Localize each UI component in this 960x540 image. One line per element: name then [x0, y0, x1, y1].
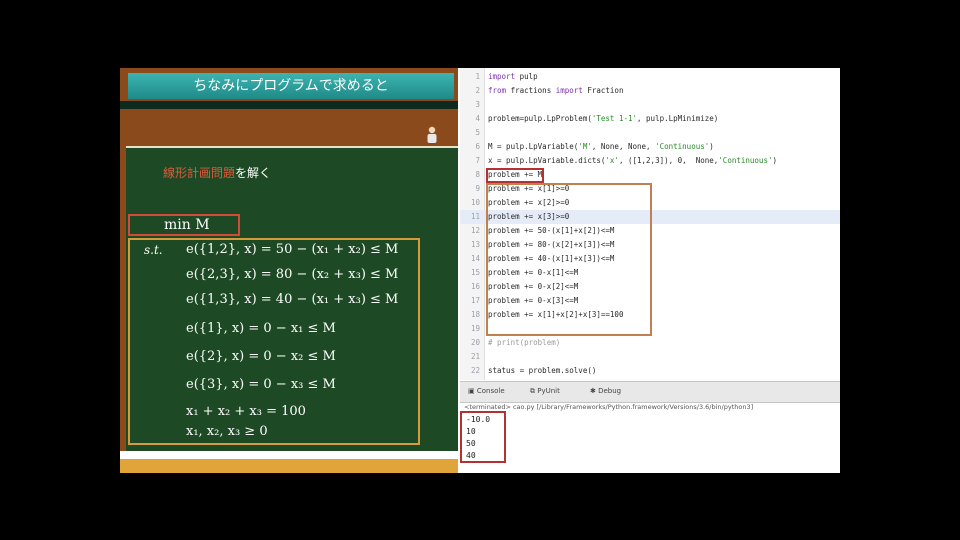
- constraints-code-highlight-box: [486, 183, 652, 336]
- code-line[interactable]: 21: [460, 350, 840, 364]
- objective-code-highlight-box: [486, 168, 544, 183]
- code-line[interactable]: 4 problem=pulp.LpProblem('Test 1-1', pulp…: [460, 112, 840, 126]
- console-tab-bar: ▣ Console ⧉ PyUnit ✱ Debug: [460, 381, 840, 403]
- console-icon: ▣: [468, 387, 475, 395]
- code-editor[interactable]: 1 import pulp 2 from fractions import Frac…: [460, 68, 840, 380]
- video-frame: ちなみにプログラムで求めると 線形計画問題を解く min M s.t. e({1…: [120, 68, 840, 473]
- subtitle-highlight: 線形計画問題: [163, 166, 236, 180]
- code-line[interactable]: 22 status = problem.solve(): [460, 364, 840, 378]
- constraint-8: x₁, x₂, x₃ ≥ 0: [186, 424, 268, 439]
- console-output[interactable]: -10.0 10 50 40: [460, 412, 840, 473]
- code-line[interactable]: 3: [460, 98, 840, 112]
- tab-debug[interactable]: ✱ Debug: [590, 387, 621, 395]
- code-line[interactable]: 1 import pulp: [460, 70, 840, 84]
- debug-icon: ✱: [590, 387, 596, 395]
- objective-function: min M: [164, 217, 210, 233]
- constraint-4: e({1}, x) = 0 − x₁ ≤ M: [186, 321, 336, 336]
- constraint-2: e({2,3}, x) = 80 − (x₂ + x₃) ≤ M: [186, 267, 399, 282]
- constraint-5: e({2}, x) = 0 − x₂ ≤ M: [186, 349, 336, 364]
- constraint-3: e({1,3}, x) = 40 − (x₁ + x₃) ≤ M: [186, 292, 399, 307]
- constraint-1: e({1,2}, x) = 50 − (x₁ + x₂) ≤ M: [186, 242, 399, 257]
- teacher-icon: [427, 126, 437, 143]
- output-highlight-box: [460, 411, 506, 463]
- slide-gap: [120, 451, 458, 459]
- code-line[interactable]: 2 from fractions import Fraction: [460, 84, 840, 98]
- slide-title: ちなみにプログラムで求めると: [128, 73, 454, 99]
- code-line[interactable]: 20 # print(problem): [460, 336, 840, 350]
- code-line[interactable]: 5: [460, 126, 840, 140]
- tab-pyunit[interactable]: ⧉ PyUnit: [530, 387, 560, 396]
- constraint-6: e({3}, x) = 0 − x₃ ≤ M: [186, 377, 336, 392]
- code-line[interactable]: 7x = pulp.LpVariable.dicts('x', ([1,2,3]…: [460, 154, 840, 168]
- code-line[interactable]: 6M = pulp.LpVariable('M', None, None, 'C…: [460, 140, 840, 154]
- slide-footer-band: [120, 459, 458, 473]
- slide-subtitle: 線形計画問題を解く: [163, 164, 271, 181]
- subtitle-rest: を解く: [235, 166, 272, 180]
- ide-window: 1 import pulp 2 from fractions import Frac…: [460, 68, 840, 473]
- constraint-7: x₁ + x₂ + x₃ = 100: [186, 404, 306, 419]
- tab-console[interactable]: ▣ Console: [468, 387, 505, 395]
- subject-to-label: s.t.: [144, 243, 163, 257]
- slide-band: [120, 101, 458, 109]
- pyunit-icon: ⧉: [530, 387, 535, 395]
- console-run-path: <terminated> cao.py [/Library/Frameworks…: [464, 403, 754, 411]
- lecture-slide: ちなみにプログラムで求めると 線形計画問題を解く min M s.t. e({1…: [120, 68, 458, 473]
